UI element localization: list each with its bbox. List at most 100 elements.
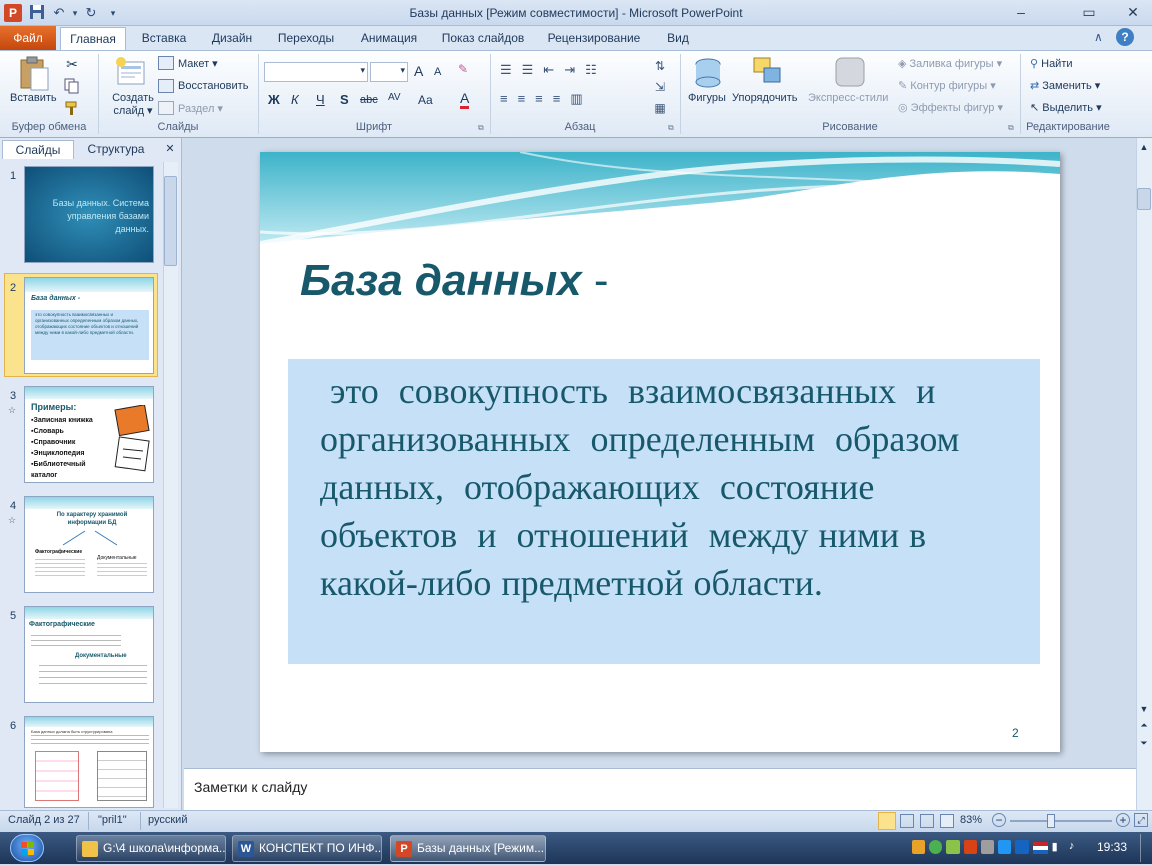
quick-styles-button[interactable]: Экспресс-стили [808,92,888,104]
tray-icon[interactable] [980,840,995,854]
section-button[interactable]: Раздел ▾ [178,102,223,115]
quick-styles-icon[interactable] [834,56,866,90]
font-name-combo[interactable]: ▾ [264,62,368,82]
maximize-button[interactable]: ▭ [1074,2,1104,22]
change-case-button[interactable]: Aa [418,93,433,107]
text-direction-icons[interactable]: ⇅ ⇲ ▦ [648,56,672,120]
new-slide-icon[interactable] [114,56,148,90]
normal-view-icon[interactable] [878,812,896,830]
taskbar-word-button[interactable]: W КОНСПЕКТ ПО ИНФ... [232,835,382,862]
scroll-down-icon[interactable]: ▼ [1138,704,1150,716]
zoom-out-icon[interactable]: − [992,813,1006,827]
font-size-combo[interactable]: ▾ [370,62,408,82]
shapes-button[interactable]: Фигуры [688,92,726,104]
slide-thumbnail-5[interactable]: Фактографические Документальные [24,606,154,703]
reset-button[interactable]: Восстановить [178,80,248,92]
tab-design[interactable]: Дизайн [200,26,264,50]
slide-thumbnail-2[interactable]: База данных - это совокупность взаимосвя… [24,277,154,374]
format-painter-icon[interactable] [64,100,80,116]
tab-home[interactable]: Главная [60,27,126,51]
tab-slides[interactable]: Слайды [2,140,74,159]
taskbar-powerpoint-button[interactable]: P Базы данных [Режим... [390,835,546,862]
tab-review[interactable]: Рецензирование [538,26,650,50]
tray-icon[interactable] [929,840,943,854]
select-button[interactable]: ↖ Выделить ▾ [1030,101,1102,114]
zoom-in-icon[interactable]: + [1116,813,1130,827]
tab-slideshow[interactable]: Показ слайдов [434,26,532,50]
clear-formatting-icon[interactable]: ✎ [458,62,474,80]
scrollbar-thumb[interactable] [164,176,177,266]
fit-to-window-icon[interactable]: ⤢ [1134,813,1148,827]
slide-sorter-icon[interactable] [900,814,914,828]
tray-icon[interactable] [912,840,926,854]
tray-icon[interactable] [963,840,977,854]
replace-button[interactable]: ⇄ Заменить ▾ [1030,79,1100,92]
theme-name[interactable]: "pril1" [98,814,127,826]
scrollbar-thumb[interactable] [1137,188,1151,210]
slide-thumbnail-3[interactable]: Примеры: ▪Записная книжка ▪Словарь ▪Спра… [24,386,154,483]
shadow-button[interactable]: S [340,92,349,107]
shapes-icon[interactable] [692,56,724,90]
drawing-dialog-launcher-icon[interactable]: ⧉ [1008,123,1018,133]
close-panel-icon[interactable]: ✕ [162,142,178,158]
copy-icon[interactable] [64,78,80,94]
italic-button[interactable]: К [291,92,299,107]
taskbar-folder-button[interactable]: G:\4 школа\информа... [76,835,226,862]
minimize-button[interactable]: – [1006,2,1036,22]
arrange-icon[interactable] [752,56,784,90]
layout-button[interactable]: Макет ▾ [178,57,218,70]
underline-button[interactable]: Ч [316,92,325,107]
strikethrough-button[interactable]: abc [360,94,378,106]
slide-canvas[interactable]: База данных - это совокупность взаимосвя… [260,152,1060,752]
help-icon[interactable]: ? [1116,28,1134,46]
show-desktop-button[interactable] [1140,834,1152,862]
paste-button[interactable]: Вставить [10,92,57,104]
new-slide-button[interactable]: Создать слайд ▾ [110,92,156,118]
shrink-font-button[interactable]: A [434,66,441,78]
file-tab[interactable]: Файл [0,26,56,50]
slide-thumbnail-1[interactable]: Базы данных. Система управления базами д… [24,166,154,263]
zoom-level[interactable]: 83% [960,814,982,826]
arrange-button[interactable]: Упорядочить [732,92,797,104]
tray-icon[interactable] [998,840,1012,854]
bluetooth-icon[interactable] [1015,840,1029,854]
cut-icon[interactable]: ✂ [64,56,80,72]
paste-icon[interactable] [18,56,50,92]
shape-fill-button[interactable]: ◈ Заливка фигуры ▾ [898,57,1002,70]
tab-view[interactable]: Вид [656,26,700,50]
tab-insert[interactable]: Вставка [132,26,196,50]
font-dialog-launcher-icon[interactable]: ⧉ [478,123,488,133]
shape-outline-button[interactable]: ✎ Контур фигуры ▾ [898,79,996,92]
reading-view-icon[interactable] [920,814,934,828]
tab-outline[interactable]: Структура [78,140,154,159]
tab-transitions[interactable]: Переходы [268,26,344,50]
language-flag-icon[interactable] [1032,842,1048,854]
slide-thumbnail-4[interactable]: По характеру хранимой информации БД Факт… [24,496,154,593]
close-button[interactable]: ✕ [1118,2,1148,22]
start-button[interactable] [10,834,44,862]
next-slide-icon[interactable]: ⏷ [1138,738,1150,752]
clock[interactable]: 19:33 [1092,840,1132,854]
char-spacing-button[interactable]: AV [388,92,401,103]
paragraph-dialog-launcher-icon[interactable]: ⧉ [668,123,678,133]
bold-button[interactable]: Ж [268,92,280,107]
alignment-icons[interactable]: ≡≡≡≡▥ [500,91,660,111]
tray-icon[interactable] [946,840,960,854]
slideshow-icon[interactable] [940,814,954,828]
scroll-up-icon[interactable]: ▲ [1138,142,1150,154]
zoom-slider-handle[interactable] [1047,814,1056,828]
zoom-slider[interactable] [1010,820,1112,822]
font-color-button[interactable]: A [460,90,470,109]
tab-animation[interactable]: Анимация [350,26,428,50]
find-button[interactable]: ⚲ Найти [1030,57,1073,70]
language-indicator[interactable]: русский [148,814,187,826]
slide-thumbnail-6[interactable]: База данных должна быть структурирована [24,716,154,808]
volume-icon[interactable]: ♪ [1069,840,1082,854]
shape-effects-button[interactable]: ◎ Эффекты фигур ▾ [898,101,1003,114]
notes-pane[interactable]: Заметки к слайду [184,768,1136,810]
grow-font-button[interactable]: A [414,63,423,79]
previous-slide-icon[interactable]: ⏶ [1138,720,1150,734]
network-icon[interactable]: ▮ [1052,840,1065,854]
minimize-ribbon-icon[interactable]: ∧ [1094,30,1110,46]
list-icons[interactable]: ☰☰⇤⇥☷ [500,62,666,82]
